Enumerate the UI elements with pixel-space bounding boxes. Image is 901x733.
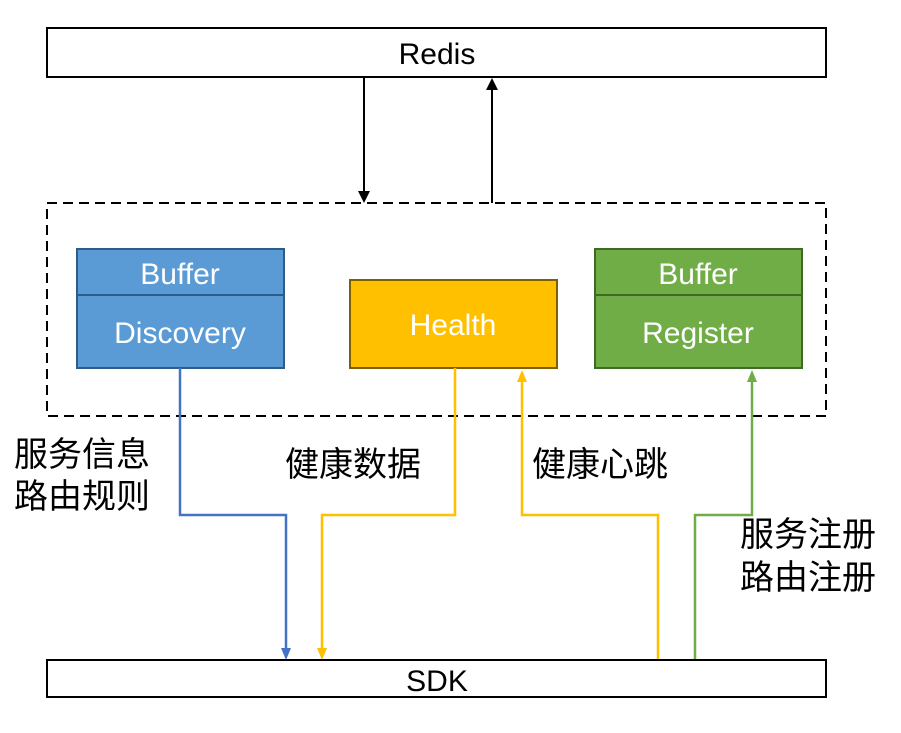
redis-to-container-arrow	[358, 77, 370, 203]
buffer-register-top-label: Buffer	[658, 258, 738, 291]
buffer-discovery-box: Buffer Discovery	[76, 248, 285, 369]
redis-label: Redis	[399, 38, 476, 71]
redis-box: Redis	[46, 27, 827, 78]
health-data-arrow	[317, 368, 457, 660]
architecture-diagram: Redis Buffer Discovery Health Buffer Reg…	[14, 27, 876, 698]
sdk-box: SDK	[46, 659, 827, 698]
discovery-annotation-line1: 服务信息	[14, 435, 150, 475]
register-annotation-line2: 路由注册	[740, 558, 876, 598]
sdk-label: SDK	[406, 665, 468, 698]
heartbeat-arrow	[517, 370, 660, 660]
buffer-register-bottom-label: Register	[642, 317, 754, 350]
discovery-to-sdk-arrow	[178, 368, 291, 660]
discovery-annotation-line2: 路由规则	[14, 477, 150, 517]
health-label: Health	[410, 309, 497, 342]
heartbeat-annotation: 健康心跳	[532, 445, 668, 485]
register-annotation-line1: 服务注册	[740, 515, 876, 555]
health-box: Health	[349, 279, 558, 369]
buffer-discovery-bottom-label: Discovery	[114, 317, 246, 350]
health-data-annotation: 健康数据	[285, 445, 421, 485]
buffer-register-box: Buffer Register	[594, 248, 803, 369]
container-to-redis-arrow	[486, 78, 498, 203]
buffer-discovery-top-label: Buffer	[140, 258, 220, 291]
